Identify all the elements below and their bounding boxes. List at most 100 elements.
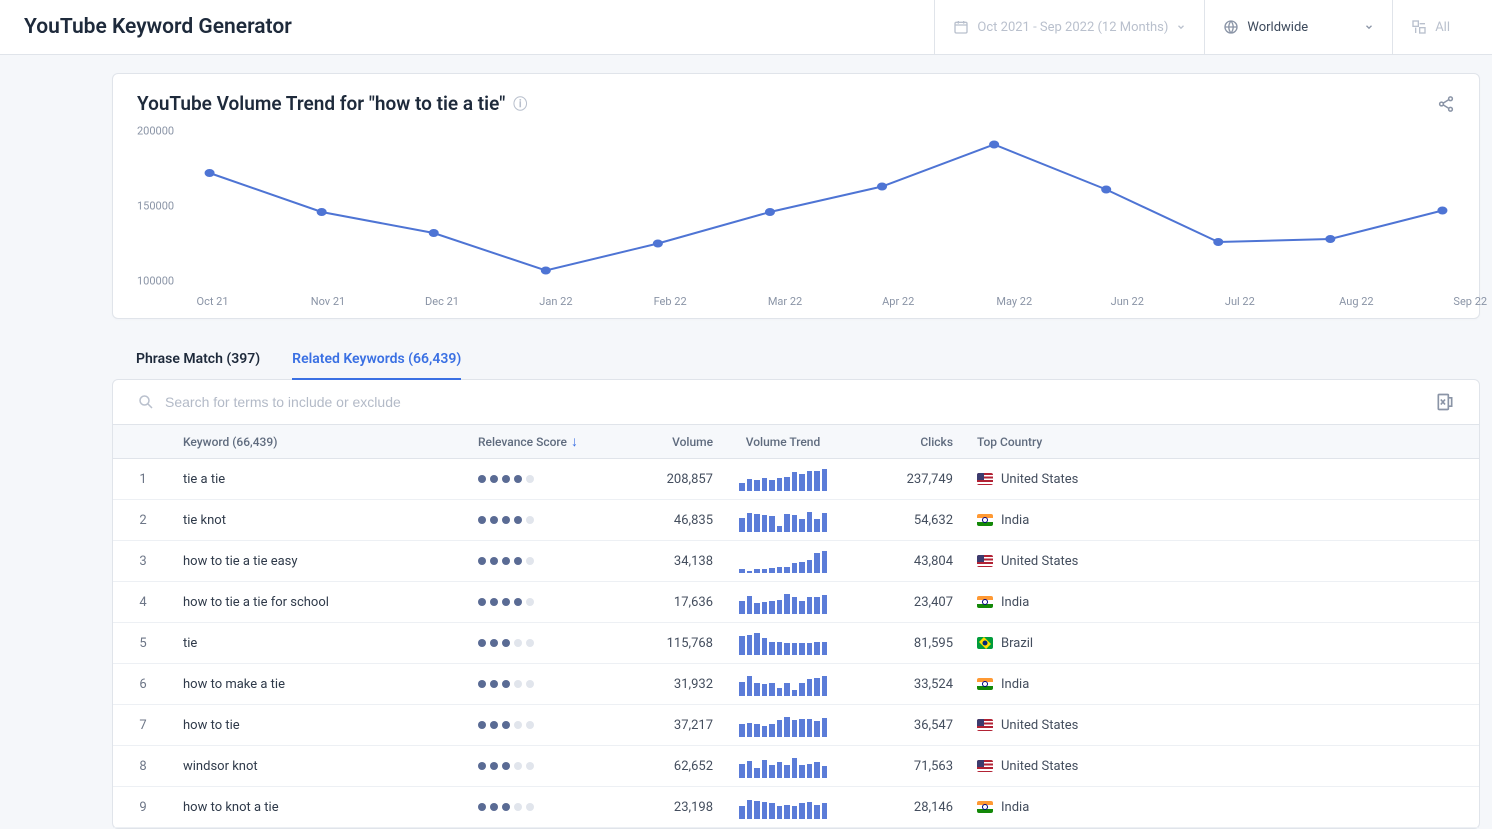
- country-name: United States: [1001, 472, 1078, 487]
- chart-card: YouTube Volume Trend for "how to tie a t…: [112, 73, 1480, 319]
- country-cell: India: [963, 800, 1479, 815]
- country-cell: United States: [963, 718, 1479, 733]
- info-icon[interactable]: ⓘ: [513, 94, 527, 114]
- globe-icon: [1223, 19, 1239, 35]
- search-input[interactable]: [165, 394, 1425, 410]
- keyword-cell: tie knot: [173, 513, 468, 528]
- clicks-cell: 43,804: [843, 554, 963, 569]
- line-chart: [197, 121, 1455, 291]
- country-cell: India: [963, 513, 1479, 528]
- chart-xlabel: Jan 22: [539, 295, 540, 308]
- volume-cell: 23,198: [603, 800, 723, 815]
- relevance-cell: [468, 680, 603, 688]
- volume-cell: 17,636: [603, 595, 723, 610]
- topbar-controls: Oct 2021 - Sep 2022 (12 Months) Worldwid…: [934, 0, 1468, 55]
- chart-x-axis: Oct 21Nov 21Dec 21Jan 22Feb 22Mar 22Apr …: [137, 295, 1455, 308]
- trend-cell: [723, 754, 843, 778]
- country-cell: India: [963, 677, 1479, 692]
- country-name: Brazil: [1001, 636, 1033, 651]
- table-header: Keyword (66,439) Relevance Score ↓ Volum…: [113, 425, 1479, 459]
- country-cell: United States: [963, 472, 1479, 487]
- table-body: 1tie a tie208,857237,749United States2ti…: [113, 459, 1479, 828]
- clicks-cell: 36,547: [843, 718, 963, 733]
- table-row[interactable]: 6how to make a tie31,93233,524India: [113, 664, 1479, 705]
- table-row[interactable]: 1tie a tie208,857237,749United States: [113, 459, 1479, 500]
- th-clicks[interactable]: Clicks: [843, 435, 963, 449]
- row-index: 6: [113, 677, 173, 692]
- volume-cell: 37,217: [603, 718, 723, 733]
- extra-label: All: [1435, 20, 1450, 35]
- region-selector[interactable]: Worldwide: [1204, 0, 1392, 55]
- clicks-cell: 81,595: [843, 636, 963, 651]
- trend-cell: [723, 549, 843, 573]
- keyword-cell: how to knot a tie: [173, 800, 468, 815]
- date-range-label: Oct 2021 - Sep 2022 (12 Months): [977, 20, 1168, 35]
- th-volume[interactable]: Volume: [603, 435, 723, 449]
- relevance-cell: [468, 762, 603, 770]
- region-label: Worldwide: [1247, 20, 1308, 35]
- relevance-cell: [468, 516, 603, 524]
- keyword-cell: how to tie a tie easy: [173, 554, 468, 569]
- chart-xlabel: Jul 22: [1225, 295, 1226, 308]
- row-index: 7: [113, 718, 173, 733]
- table-row[interactable]: 5tie115,76881,595Brazil: [113, 623, 1479, 664]
- th-country[interactable]: Top Country: [963, 435, 1479, 449]
- export-excel-icon[interactable]: [1435, 392, 1455, 412]
- country-name: United States: [1001, 554, 1078, 569]
- tab-phrase-match[interactable]: Phrase Match (397): [136, 337, 260, 379]
- chart-xlabel: Oct 21: [197, 295, 198, 308]
- table-row[interactable]: 8windsor knot62,65271,563United States: [113, 746, 1479, 787]
- th-relevance[interactable]: Relevance Score ↓: [468, 435, 603, 449]
- table-row[interactable]: 7how to tie 37,217 36,547United States: [113, 705, 1479, 746]
- volume-cell: 31,932: [603, 677, 723, 692]
- row-index: 4: [113, 595, 173, 610]
- tab-related-keywords[interactable]: Related Keywords (66,439): [292, 337, 461, 379]
- keyword-cell: how to tie a tie for school: [173, 595, 468, 610]
- chart-xlabel: Nov 21: [311, 295, 312, 308]
- chevron-down-icon: [1364, 22, 1374, 32]
- chart-xlabel: Dec 21: [425, 295, 426, 308]
- trend-cell: [723, 631, 843, 655]
- table-panel: Keyword (66,439) Relevance Score ↓ Volum…: [112, 379, 1480, 829]
- volume-cell: 208,857: [603, 472, 723, 487]
- country-cell: India: [963, 595, 1479, 610]
- volume-cell: 46,835: [603, 513, 723, 528]
- country-cell: Brazil: [963, 636, 1479, 651]
- trend-cell: [723, 590, 843, 614]
- chart-xlabel: Feb 22: [654, 295, 655, 308]
- clicks-cell: 23,407: [843, 595, 963, 610]
- trend-cell: [723, 672, 843, 696]
- table-row[interactable]: 2tie knot46,83554,632India: [113, 500, 1479, 541]
- share-icon[interactable]: [1437, 95, 1455, 113]
- th-trend[interactable]: Volume Trend: [723, 435, 843, 449]
- flag-icon: [977, 514, 993, 526]
- clicks-cell: 28,146: [843, 800, 963, 815]
- flag-icon: [977, 760, 993, 772]
- clicks-cell: 54,632: [843, 513, 963, 528]
- country-name: United States: [1001, 759, 1078, 774]
- date-range-selector[interactable]: Oct 2021 - Sep 2022 (12 Months): [934, 0, 1204, 55]
- trend-cell: [723, 795, 843, 819]
- volume-cell: 115,768: [603, 636, 723, 651]
- chart-xlabel: Aug 22: [1339, 295, 1340, 308]
- row-index: 1: [113, 472, 173, 487]
- keyword-cell: how to tie: [173, 718, 468, 733]
- flag-icon: [977, 678, 993, 690]
- th-keyword[interactable]: Keyword (66,439): [173, 435, 468, 449]
- extra-selector[interactable]: All: [1392, 0, 1468, 55]
- sort-desc-icon: ↓: [571, 435, 578, 449]
- chart-ytick: 200000: [137, 125, 174, 138]
- flag-icon: [977, 719, 993, 731]
- search-row: [113, 380, 1479, 425]
- clicks-cell: 33,524: [843, 677, 963, 692]
- table-row[interactable]: 4how to tie a tie for school 17,636 23,407…: [113, 582, 1479, 623]
- keyword-cell: tie a tie: [173, 472, 468, 487]
- calendar-icon: [953, 19, 969, 35]
- chart-xlabel: Sep 22: [1453, 295, 1454, 308]
- chart-xlabel: Mar 22: [768, 295, 769, 308]
- table-row[interactable]: 9how to knot a tie23,19828,146India: [113, 787, 1479, 828]
- country-cell: United States: [963, 554, 1479, 569]
- table-row[interactable]: 3how to tie a tie easy34,13843,804United…: [113, 541, 1479, 582]
- clicks-cell: 71,563: [843, 759, 963, 774]
- chart-area: 100000150000200000: [137, 121, 1455, 291]
